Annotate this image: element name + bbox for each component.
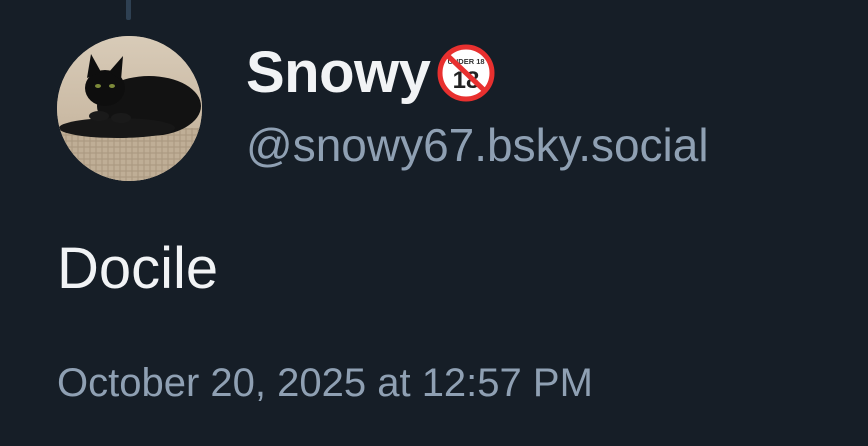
author-handle[interactable]: @snowy67.bsky.social bbox=[246, 122, 709, 168]
author-name-row: Snowy UNDER 18 18 bbox=[246, 38, 496, 108]
no-one-under-eighteen-icon: UNDER 18 18 bbox=[437, 44, 495, 102]
cat-photo-icon bbox=[57, 36, 202, 181]
post-timestamp[interactable]: October 20, 2025 at 12:57 PM bbox=[57, 363, 593, 403]
post-text: Docile bbox=[57, 236, 219, 301]
thread-connector-line bbox=[126, 0, 131, 20]
avatar[interactable] bbox=[57, 36, 202, 181]
display-name[interactable]: Snowy bbox=[246, 44, 431, 102]
